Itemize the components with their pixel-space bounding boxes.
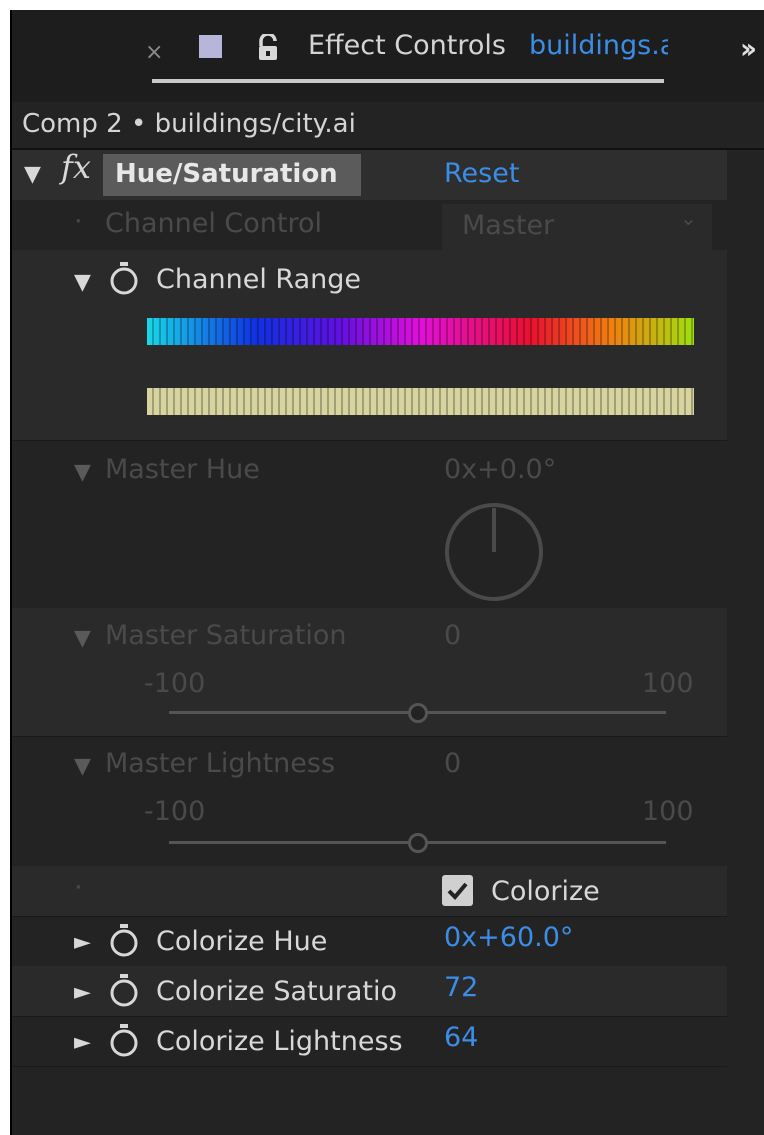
expand-triangle-icon[interactable]: ► <box>74 930 91 955</box>
master-saturation-max: 100 <box>642 668 694 699</box>
stopwatch-icon[interactable] <box>109 1024 139 1058</box>
master-saturation-value[interactable]: 0 <box>444 620 461 651</box>
reset-button[interactable]: Reset <box>444 158 519 189</box>
effect-name[interactable]: Hue/Saturation <box>103 154 361 196</box>
collapse-triangle-icon[interactable]: ▼ <box>74 460 91 485</box>
param-row-channel-range: ▼ Channel Range <box>12 250 727 441</box>
active-tab-indicator <box>152 79 664 83</box>
channel-range-label: Channel Range <box>156 264 362 295</box>
expand-triangle-icon[interactable]: ► <box>74 1030 91 1055</box>
colorize-lightness-label: Colorize Lightness <box>156 1026 403 1057</box>
collapse-triangle-icon[interactable]: ▼ <box>74 754 91 779</box>
colorize-label: Colorize <box>491 876 600 907</box>
channel-range-output-bar <box>147 388 694 415</box>
master-lightness-slider-thumb[interactable] <box>408 833 428 853</box>
master-saturation-min: -100 <box>144 668 206 699</box>
master-lightness-value[interactable]: 0 <box>444 748 461 779</box>
colorize-lightness-value[interactable]: 64 <box>444 1022 478 1053</box>
master-hue-value[interactable]: 0x+0.0° <box>444 454 556 485</box>
effect-header-row[interactable]: ▼ fx Hue/Saturation Reset <box>12 148 727 200</box>
colorize-hue-value[interactable]: 0x+60.0° <box>444 922 573 953</box>
checkmark-icon <box>447 882 468 900</box>
breadcrumb-text: Comp 2 • buildings/city.ai <box>22 109 356 139</box>
param-row-master-saturation: ▼ Master Saturation 0 -100 100 <box>12 608 727 737</box>
param-row-master-hue: ▼ Master Hue 0x+0.0° <box>12 440 727 609</box>
stopwatch-icon[interactable] <box>109 974 139 1008</box>
tab-layer-link[interactable]: buildings.ai <box>529 30 668 61</box>
channel-control-label: Channel Control <box>105 208 323 239</box>
channel-control-dropdown[interactable]: Master ⌄ <box>442 204 712 250</box>
effect-name-label: Hue/Saturation <box>115 159 338 189</box>
colorize-saturation-label: Colorize Saturatio <box>156 976 397 1007</box>
chevron-down-icon: ⌄ <box>680 206 697 230</box>
close-icon[interactable]: × <box>145 40 163 65</box>
collapse-triangle-icon[interactable]: ▼ <box>74 270 91 295</box>
expand-triangle-icon[interactable]: ► <box>74 980 91 1005</box>
master-lightness-max: 100 <box>642 796 694 827</box>
param-row-master-lightness: ▼ Master Lightness 0 -100 100 <box>12 736 727 867</box>
layer-color-swatch-icon <box>199 35 222 58</box>
effect-controls-panel: × Effect Controls buildings.ai ›› Comp 2… <box>10 10 764 1135</box>
master-saturation-label: Master Saturation <box>105 620 347 651</box>
master-hue-dial[interactable] <box>442 500 546 604</box>
param-row-colorize: · Colorize <box>12 866 727 917</box>
master-hue-label: Master Hue <box>105 454 260 485</box>
colorize-saturation-value[interactable]: 72 <box>444 972 478 1003</box>
panel-tab-bar: × Effect Controls buildings.ai ›› <box>12 10 764 102</box>
master-lightness-min: -100 <box>144 796 206 827</box>
bullet-icon: · <box>74 872 83 903</box>
collapse-triangle-icon[interactable]: ▼ <box>74 626 91 651</box>
bullet-icon: · <box>74 206 83 237</box>
tab-effect-controls[interactable]: Effect Controls <box>308 30 506 61</box>
colorize-hue-label: Colorize Hue <box>156 926 328 957</box>
breadcrumb: Comp 2 • buildings/city.ai <box>12 102 764 150</box>
master-saturation-slider-thumb[interactable] <box>408 703 428 723</box>
param-row-colorize-lightness: ► Colorize Lightness 64 <box>12 1016 727 1067</box>
panel-menu-chevron-icon[interactable]: ›› <box>740 32 757 65</box>
lock-icon[interactable] <box>256 34 282 62</box>
collapse-triangle-icon[interactable]: ▼ <box>24 162 41 187</box>
param-row-colorize-hue: ► Colorize Hue 0x+60.0° <box>12 916 727 967</box>
effect-parameters: ▼ fx Hue/Saturation Reset · Channel Cont… <box>12 148 727 1070</box>
stopwatch-icon[interactable] <box>109 262 139 296</box>
master-lightness-label: Master Lightness <box>105 748 336 779</box>
channel-control-value: Master <box>462 210 555 241</box>
fx-toggle-icon[interactable]: fx <box>61 148 91 186</box>
param-row-colorize-saturation: ► Colorize Saturatio 72 <box>12 966 727 1017</box>
colorize-checkbox[interactable] <box>442 875 473 906</box>
stopwatch-icon[interactable] <box>109 924 139 958</box>
channel-range-spectrum-bar <box>147 318 694 345</box>
